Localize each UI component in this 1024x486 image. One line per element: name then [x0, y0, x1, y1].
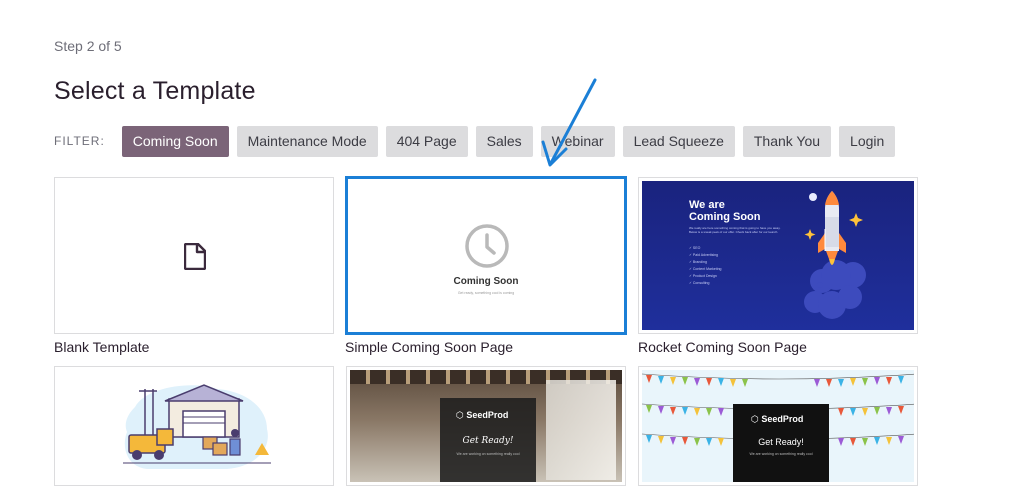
list-item: ✓ Product Design [689, 274, 717, 278]
room-photo-preview: ⬡ SeedProd Get Ready! We are working on … [350, 370, 622, 482]
filter-sales[interactable]: Sales [475, 125, 533, 157]
filter-maintenance-mode[interactable]: Maintenance Mode [236, 125, 378, 157]
template-label-simple-coming-soon: Simple Coming Soon Page [345, 339, 514, 355]
template-label-blank: Blank Template [54, 339, 150, 355]
rocket-illustration [804, 191, 866, 319]
filter-thank-you[interactable]: Thank You [742, 125, 832, 157]
filter-login[interactable]: Login [839, 125, 896, 157]
clock-icon [465, 224, 509, 268]
warehouse-illustration [123, 384, 271, 469]
party-preview: ⬡ SeedProd Get Ready! We are working on … [642, 370, 914, 482]
preview-title-line2: Coming Soon [689, 211, 761, 223]
filter-404-page[interactable]: 404 Page [385, 125, 468, 157]
template-card-seedprod-party[interactable]: ⬡ SeedProd Get Ready! We are working on … [638, 366, 918, 486]
template-label-rocket-coming-soon: Rocket Coming Soon Page [638, 339, 807, 355]
preview-list: ✓ SEO ✓ Paid Advertising ✓ Branding ✓ Co… [689, 245, 722, 287]
preview-title-line1: We are [689, 199, 725, 211]
preview-subtitle: Get ready, something cool is coming [457, 291, 515, 295]
preview-paragraph: We really are here something coming that… [689, 226, 781, 234]
list-item: ✓ Branding [689, 260, 707, 264]
template-card-seedprod-room[interactable]: ⬡ SeedProd Get Ready! We are working on … [346, 366, 626, 486]
step-indicator: Step 2 of 5 [54, 38, 122, 54]
window-light [546, 380, 616, 480]
template-card-rocket-coming-soon[interactable]: We are Coming Soon We really are here so… [638, 177, 918, 334]
page-title: Select a Template [54, 77, 256, 105]
template-card-simple-coming-soon[interactable]: Coming Soon Get ready, something cool is… [346, 177, 626, 334]
filter-coming-soon[interactable]: Coming Soon [121, 125, 229, 157]
preview-title: We are Coming Soon [689, 199, 761, 223]
seedprod-logo: ⬡ SeedProd [751, 414, 804, 424]
preview-title: Get Ready! [758, 437, 804, 447]
filter-lead-squeeze[interactable]: Lead Squeeze [622, 125, 735, 157]
list-item: ✓ Paid Advertising [689, 253, 719, 257]
preview-dark-panel: ⬡ SeedProd Get Ready! We are working on … [440, 398, 536, 482]
preview-dark-panel: ⬡ SeedProd Get Ready! We are working on … [733, 404, 829, 482]
seedprod-logo: ⬡ SeedProd [456, 410, 509, 420]
document-icon [184, 243, 206, 270]
preview-title: Get Ready! [462, 436, 514, 446]
rocket-preview: We are Coming Soon We really are here so… [642, 181, 914, 330]
preview-subtitle: We are working on something really cool [749, 452, 813, 456]
preview-title: Coming Soon [453, 276, 519, 287]
list-item: ✓ Consulting [689, 281, 710, 285]
preview-subtitle: We are working on something really cool [456, 452, 520, 456]
filter-label: FILTER: [54, 134, 105, 148]
list-item: ✓ SEO [689, 246, 701, 250]
filter-bar: FILTER: Coming Soon Maintenance Mode 404… [54, 125, 903, 157]
annotation-arrow [541, 78, 597, 167]
list-item: ✓ Content Marketing [689, 267, 722, 271]
template-card-warehouse[interactable] [54, 366, 334, 486]
template-card-blank[interactable] [54, 177, 334, 334]
